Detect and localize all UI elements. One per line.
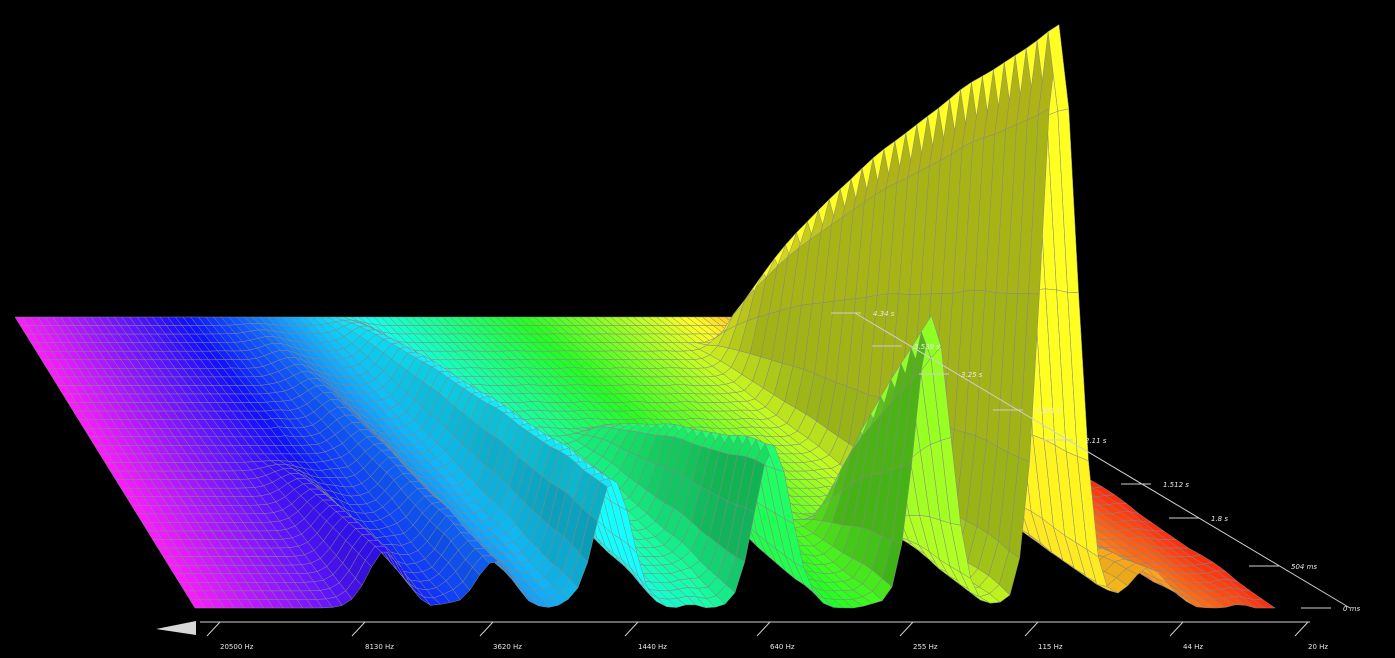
frequency-tick-label: 1440 Hz	[638, 643, 667, 651]
frequency-tick-label: 20500 Hz	[220, 643, 254, 651]
frequency-tick	[1294, 621, 1309, 637]
frequency-tick	[206, 621, 221, 637]
frequency-tick	[1024, 621, 1039, 637]
waterfall-surface	[14, 24, 1276, 609]
frequency-axis: 20500 Hz 8130 Hz 3620 Hz 1440 Hz 640 Hz 255 H…	[156, 621, 1328, 651]
frequency-tick-label: 115 Hz	[1038, 643, 1063, 651]
time-tick-label: 4.34 s	[873, 310, 895, 318]
frequency-tick	[899, 621, 914, 637]
frequency-direction-arrow[interactable]	[156, 621, 196, 635]
frequency-tick	[756, 621, 771, 637]
time-tick-label: 3.539 s	[914, 343, 940, 351]
time-tick-label: 2.11 s	[1085, 437, 1107, 445]
frequency-tick-label: 255 Hz	[913, 643, 938, 651]
time-tick-label: 504 ms	[1291, 563, 1317, 571]
time-tick-label: 1.8 s	[1211, 515, 1228, 523]
frequency-tick-label: 640 Hz	[770, 643, 795, 651]
frequency-tick-label: 3620 Hz	[493, 643, 522, 651]
time-tick-label: 1.512 s	[1163, 481, 1189, 489]
time-tick-label: 0 ms	[1343, 605, 1360, 613]
waterfall-chart: 20500 Hz 8130 Hz 3620 Hz 1440 Hz 640 Hz 255 H…	[14, 24, 1360, 651]
frequency-tick	[351, 621, 366, 637]
frequency-tick-label: 44 Hz	[1183, 643, 1203, 651]
frequency-tick-label: 8130 Hz	[365, 643, 394, 651]
frequency-tick	[1169, 621, 1184, 637]
time-tick-label: 2.521 s	[1035, 407, 1061, 415]
frequency-tick	[479, 621, 494, 637]
time-tick-label: 3.25 s	[961, 371, 983, 379]
frequency-tick-label: 20 Hz	[1308, 643, 1328, 651]
frequency-tick	[624, 621, 639, 637]
